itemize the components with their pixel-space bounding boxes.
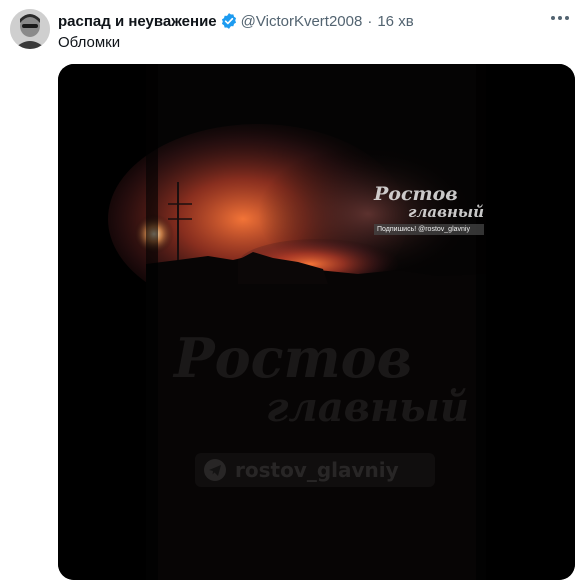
video-media[interactable]: Ростов главный Подпишись! @rostov_glavni… bbox=[58, 64, 575, 580]
author-handle[interactable]: @VictorKvert2008 bbox=[241, 13, 363, 30]
telegram-icon bbox=[204, 459, 226, 481]
watermark-telegram-text: rostov_glavniy bbox=[235, 458, 399, 482]
more-options-button[interactable] bbox=[548, 8, 572, 28]
video-frame bbox=[58, 64, 575, 580]
watermark-small-line1: Ростов bbox=[374, 183, 458, 205]
verified-badge-icon bbox=[221, 13, 236, 29]
watermark-telegram: rostov_glavniy bbox=[195, 453, 435, 487]
watermark-large: Ростов главный bbox=[174, 329, 474, 429]
avatar[interactable] bbox=[10, 9, 50, 49]
watermark-small: Ростов главный Подпишись! @rostov_glavni… bbox=[374, 184, 489, 235]
author-name[interactable]: распад и неуважение bbox=[58, 13, 217, 30]
watermark-small-line2: главный bbox=[408, 203, 485, 221]
tweet-text: Обломки bbox=[58, 34, 121, 51]
avatar-photo bbox=[10, 9, 50, 49]
timestamp[interactable]: 16 хв bbox=[377, 13, 413, 30]
more-options-icon bbox=[551, 16, 569, 20]
tweet-header: распад и неуважение @VictorKvert2008 · 1… bbox=[58, 11, 414, 31]
watermark-large-line1: Ростов bbox=[174, 326, 413, 390]
watermark-large-line2: главный bbox=[266, 384, 469, 431]
watermark-small-sub: Подпишись! @rostov_glavniy bbox=[374, 224, 484, 235]
separator-dot: · bbox=[367, 12, 373, 30]
